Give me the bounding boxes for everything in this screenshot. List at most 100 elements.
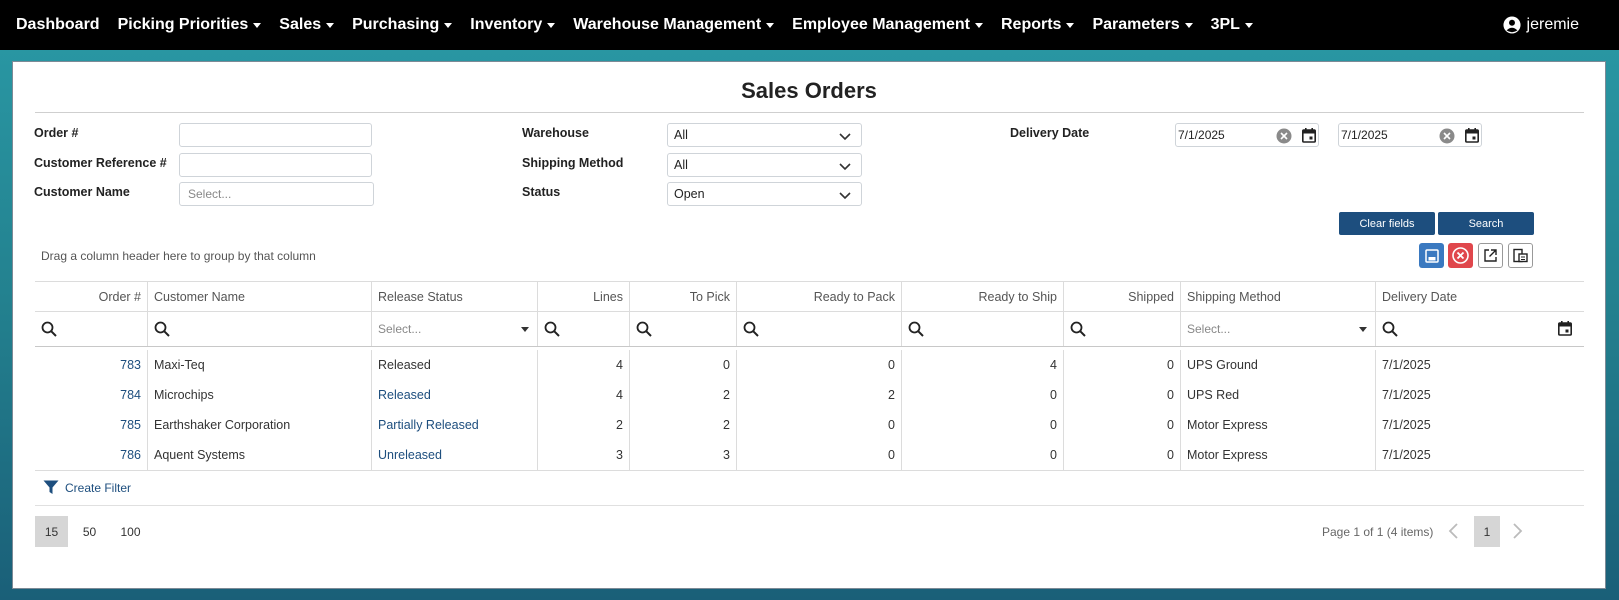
chevron-left-icon[interactable] — [1447, 522, 1461, 540]
calendar-icon[interactable] — [1558, 321, 1572, 336]
nav-picking-priorities[interactable]: Picking Priorities — [118, 16, 262, 34]
page-size-15[interactable]: 15 — [35, 516, 68, 547]
order-number-label: Order # — [34, 126, 79, 140]
nav-sales[interactable]: Sales — [279, 16, 335, 34]
nav-3pl[interactable]: 3PL — [1211, 16, 1253, 34]
filter-release-status-placeholder: Select... — [378, 322, 422, 336]
caret-down-icon — [1359, 327, 1367, 332]
cancel-layout-button[interactable] — [1448, 243, 1473, 268]
filter-order-number[interactable] — [35, 312, 148, 346]
filter-ready-to-pack[interactable] — [737, 312, 902, 346]
caret-down-icon — [521, 327, 529, 332]
filter-delivery-date[interactable] — [1376, 312, 1584, 346]
column-header-shipping-method[interactable]: Shipping Method — [1181, 282, 1376, 311]
column-header-shipped[interactable]: Shipped — [1064, 282, 1181, 311]
shipping-method-select[interactable]: All — [667, 153, 862, 177]
column-header-ready-to-pack[interactable]: Ready to Pack — [737, 282, 902, 311]
save-layout-button[interactable] — [1419, 243, 1444, 268]
filter-lines[interactable] — [538, 312, 630, 346]
customer-reference-input[interactable] — [179, 153, 372, 177]
grid-filter-row: Select... Select... — [35, 312, 1584, 347]
column-header-customer-name[interactable]: Customer Name — [148, 282, 372, 311]
title-divider — [35, 112, 1584, 113]
nav-parameters[interactable]: Parameters — [1092, 16, 1193, 34]
column-chooser-button[interactable] — [1508, 243, 1533, 268]
order-number-link[interactable]: 784 — [35, 380, 148, 410]
delivery-date-from-input[interactable]: 7/1/2025 — [1175, 123, 1319, 147]
release-status-cell: Released — [372, 350, 538, 380]
customer-name-select[interactable]: Select... — [179, 182, 374, 206]
user-menu[interactable]: jeremie — [1502, 0, 1579, 50]
nav-purchasing[interactable]: Purchasing — [352, 16, 453, 34]
nav-inventory[interactable]: Inventory — [470, 16, 556, 34]
search-icon — [41, 321, 57, 337]
page-title: Sales Orders — [741, 78, 877, 103]
ready-to-pack-cell: 0 — [737, 410, 902, 440]
release-status-link[interactable]: Released — [372, 380, 538, 410]
table-row[interactable]: 786 Aquent Systems Unreleased 3 3 0 0 0 … — [35, 440, 1584, 470]
search-button[interactable]: Search — [1438, 212, 1534, 235]
order-number-link[interactable]: 785 — [35, 410, 148, 440]
release-status-link[interactable]: Partially Released — [372, 410, 538, 440]
warehouse-select[interactable]: All — [667, 123, 862, 147]
filter-release-status-select[interactable]: Select... — [372, 312, 538, 346]
release-status-link[interactable]: Unreleased — [372, 440, 538, 470]
to-pick-cell: 2 — [630, 380, 737, 410]
table-row[interactable]: 784 Microchips Released 4 2 2 0 0 UPS Re… — [35, 380, 1584, 410]
search-icon — [544, 321, 560, 337]
calendar-icon[interactable] — [1465, 128, 1479, 143]
caret-down-icon — [1244, 22, 1253, 28]
table-row[interactable]: 785 Earthshaker Corporation Partially Re… — [35, 410, 1584, 440]
caret-down-icon — [326, 22, 335, 28]
nav-inventory-label: Inventory — [470, 16, 543, 33]
column-header-ready-to-ship[interactable]: Ready to Ship — [902, 282, 1064, 311]
column-header-lines[interactable]: Lines — [538, 282, 630, 311]
lines-cell: 4 — [538, 350, 630, 380]
nav-employee-management[interactable]: Employee Management — [792, 16, 983, 34]
column-header-to-pick[interactable]: To Pick — [630, 282, 737, 311]
filter-ready-to-ship[interactable] — [902, 312, 1064, 346]
delivery-date-to-input[interactable]: 7/1/2025 — [1338, 123, 1482, 147]
table-row[interactable]: 783 Maxi-Teq Released 4 0 0 4 0 UPS Grou… — [35, 350, 1584, 380]
search-icon — [636, 321, 652, 337]
create-filter-link[interactable]: Create Filter — [43, 480, 131, 495]
customer-reference-label: Customer Reference # — [34, 156, 167, 170]
shipped-cell: 0 — [1064, 440, 1181, 470]
export-button[interactable] — [1478, 243, 1503, 268]
shipped-cell: 0 — [1064, 410, 1181, 440]
caret-down-icon — [1184, 22, 1193, 28]
filter-shipping-method-select[interactable]: Select... — [1181, 312, 1376, 346]
delivery-date-cell: 7/1/2025 — [1382, 388, 1431, 402]
column-header-delivery-date[interactable]: Delivery Date — [1376, 282, 1584, 311]
clear-icon[interactable] — [1276, 128, 1292, 144]
page-number-1[interactable]: 1 — [1474, 516, 1500, 547]
filter-to-pick[interactable] — [630, 312, 737, 346]
filter-shipped[interactable] — [1064, 312, 1181, 346]
clear-icon[interactable] — [1439, 128, 1455, 144]
status-select[interactable]: Open — [667, 182, 862, 206]
nav-purchasing-label: Purchasing — [352, 16, 440, 33]
search-icon — [743, 321, 759, 337]
ready-to-ship-cell: 0 — [902, 380, 1064, 410]
pager-divider — [35, 505, 1584, 506]
top-navbar: Dashboard Picking Priorities Sales Purch… — [0, 0, 1619, 50]
filter-icon — [43, 480, 59, 494]
to-pick-cell: 0 — [630, 350, 737, 380]
page-size-100[interactable]: 100 — [114, 516, 147, 547]
ready-to-ship-cell: 4 — [902, 350, 1064, 380]
clear-fields-button[interactable]: Clear fields — [1339, 212, 1435, 235]
nav-parameters-label: Parameters — [1092, 16, 1180, 33]
nav-dashboard[interactable]: Dashboard — [16, 16, 100, 34]
chevron-right-icon[interactable] — [1510, 522, 1524, 540]
column-header-release-status[interactable]: Release Status — [372, 282, 538, 311]
order-number-link[interactable]: 786 — [35, 440, 148, 470]
order-number-link[interactable]: 783 — [35, 350, 148, 380]
nav-reports[interactable]: Reports — [1000, 16, 1075, 34]
page-size-50[interactable]: 50 — [73, 516, 106, 547]
nav-warehouse-management[interactable]: Warehouse Management — [573, 16, 775, 34]
filter-customer-name[interactable] — [148, 312, 372, 346]
column-header-order-number[interactable]: Order # — [35, 282, 148, 311]
nav-reports-label: Reports — [1000, 16, 1062, 33]
order-number-input[interactable] — [179, 123, 372, 147]
calendar-icon[interactable] — [1302, 128, 1316, 143]
